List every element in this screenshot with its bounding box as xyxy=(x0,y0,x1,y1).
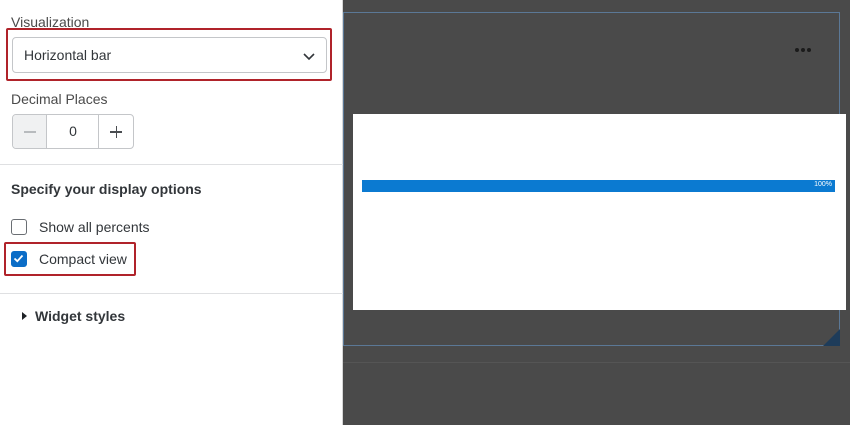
bar: 100% xyxy=(362,180,835,192)
divider xyxy=(0,293,343,294)
settings-panel: Visualization Horizontal bar Decimal Pla… xyxy=(0,0,343,425)
show-all-percents-checkbox[interactable] xyxy=(11,219,27,235)
compact-view-checkbox[interactable] xyxy=(11,251,27,267)
chevron-down-icon xyxy=(303,53,315,61)
widget-styles-label: Widget styles xyxy=(35,308,126,324)
bar-track: 100% xyxy=(362,180,835,192)
visualization-select[interactable]: Horizontal bar xyxy=(12,37,327,73)
more-options-icon[interactable] xyxy=(794,44,814,56)
decimal-places-label: Decimal Places xyxy=(11,91,108,107)
checkmark-icon xyxy=(13,254,24,263)
decrement-button[interactable] xyxy=(13,115,47,148)
divider xyxy=(343,362,850,363)
visualization-select-value: Horizontal bar xyxy=(24,47,112,63)
decimal-places-stepper: 0 xyxy=(12,114,134,149)
compact-view-label: Compact view xyxy=(39,251,127,267)
caret-right-icon xyxy=(22,312,27,320)
show-all-percents-label: Show all percents xyxy=(39,219,150,235)
divider xyxy=(0,164,343,165)
increment-button[interactable] xyxy=(98,115,133,148)
resize-handle-icon[interactable] xyxy=(823,329,840,346)
display-options-title: Specify your display options xyxy=(11,181,202,197)
minus-icon xyxy=(24,131,36,133)
bar-value-label: 100% xyxy=(814,181,832,188)
decimal-places-input[interactable]: 0 xyxy=(47,115,99,148)
chart-card: 100% xyxy=(353,114,846,310)
